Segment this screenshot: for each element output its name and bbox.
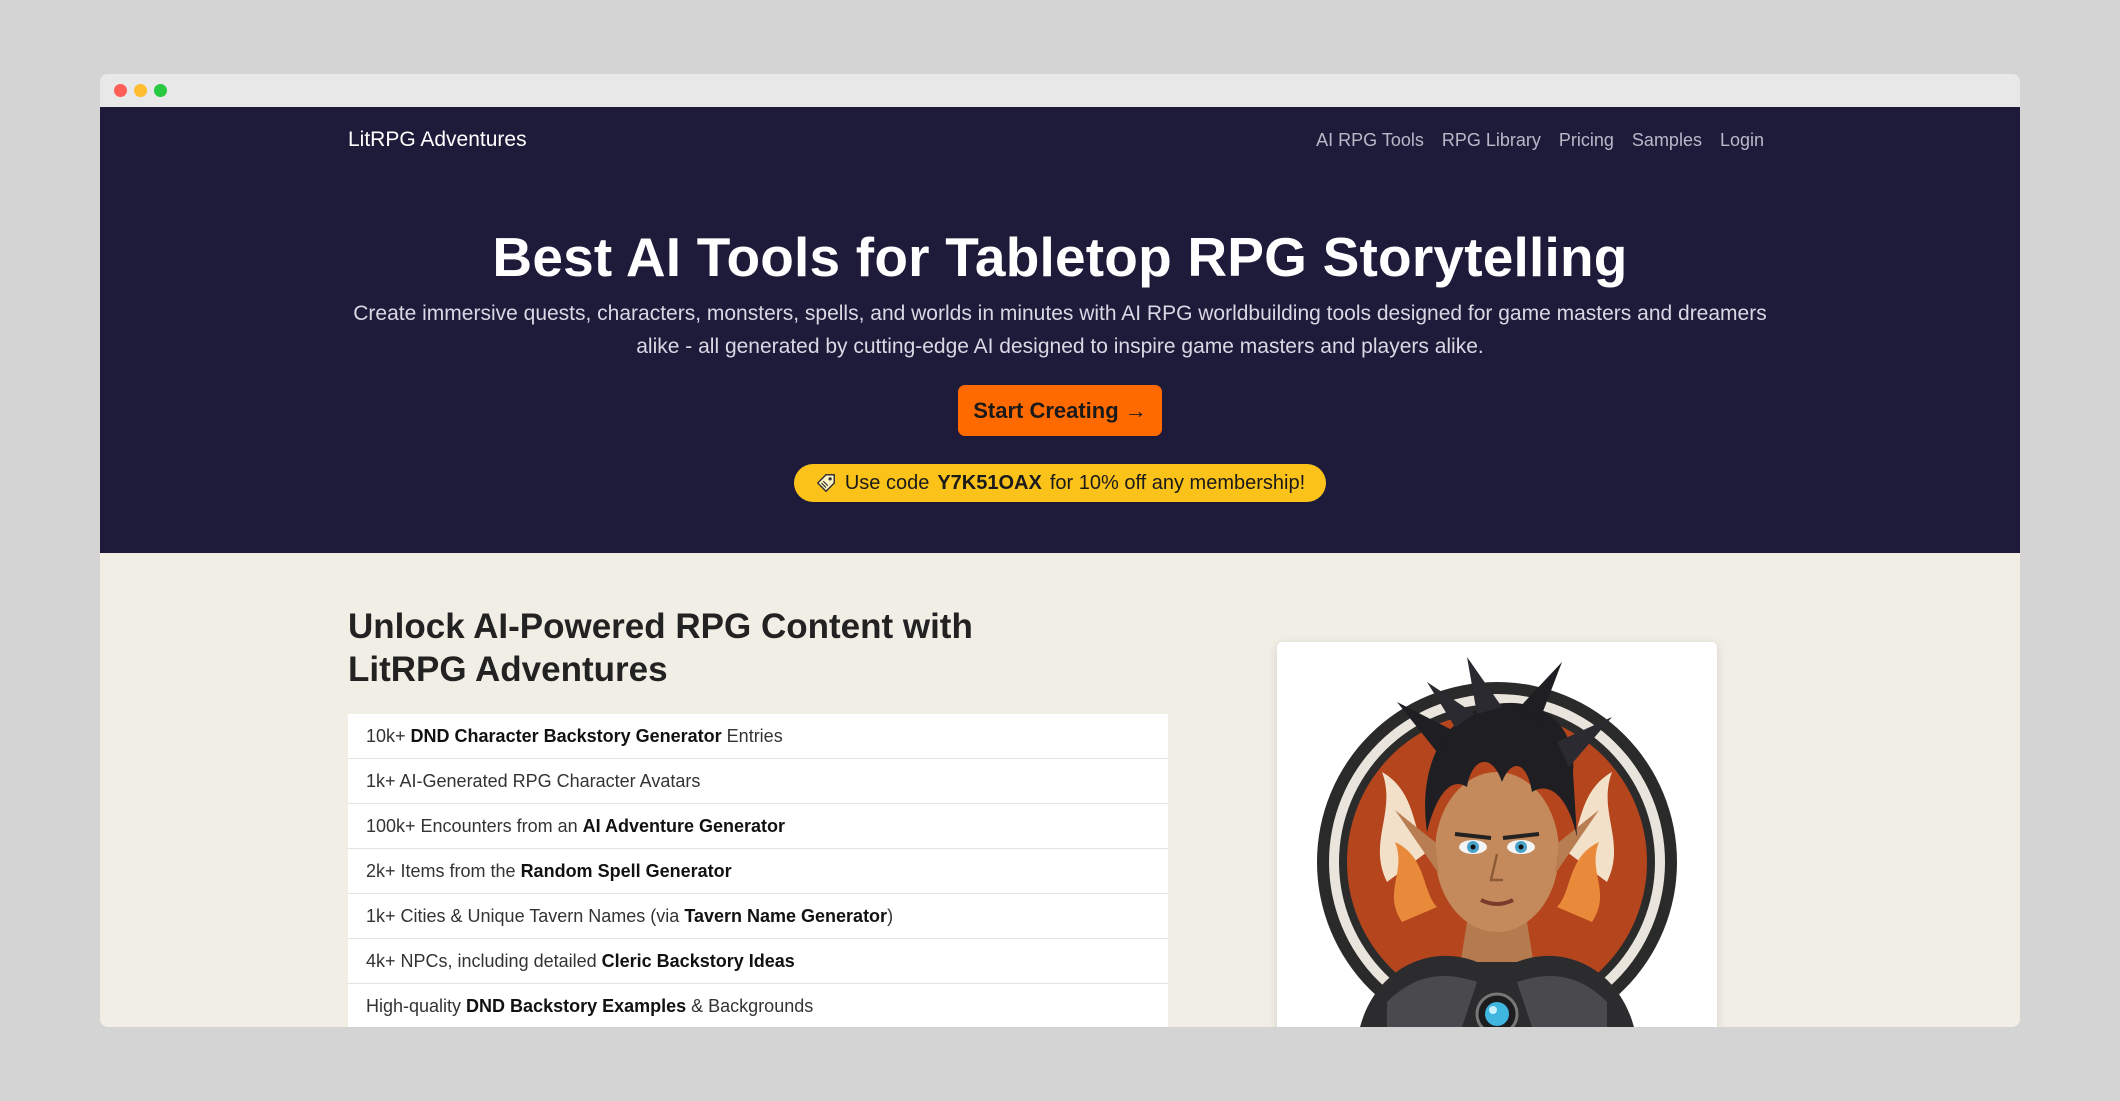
features-list: 10k+ DND Character Backstory Generator Ent… — [348, 714, 1168, 1027]
hero-section: LitRPG Adventures AI RPG Tools RPG Libra… — [100, 107, 2020, 553]
list-item: 2k+ Items from the Random Spell Generator — [348, 849, 1168, 894]
hero-title: Best AI Tools for Tabletop RPG Storytell… — [492, 226, 1628, 288]
character-avatar-image — [1277, 642, 1717, 1027]
tag-icon — [816, 474, 835, 492]
character-avatar-card — [1277, 642, 1717, 1027]
close-window-button[interactable] — [114, 84, 127, 97]
features-section: Unlock AI-Powered RPG Content with LitRP… — [100, 553, 2020, 1027]
nav-link-login[interactable]: Login — [1720, 130, 1764, 151]
list-item: 10k+ DND Character Backstory Generator Ent… — [348, 714, 1168, 759]
maximize-window-button[interactable] — [154, 84, 167, 97]
hero-subtitle: Create immersive quests, characters, mon… — [353, 302, 1767, 358]
minimize-window-button[interactable] — [134, 84, 147, 97]
list-item: 4k+ NPCs, including detailed Cleric Backs… — [348, 939, 1168, 984]
start-creating-button[interactable]: Start Creating → — [958, 385, 1162, 436]
nav-links: AI RPG Tools RPG Library Pricing Samples… — [1316, 130, 1764, 151]
nav-link-rpg-library[interactable]: RPG Library — [1442, 130, 1541, 151]
list-item: 100k+ Encounters from an AI Adventure Gen… — [348, 804, 1168, 849]
brand-logo[interactable]: LitRPG Adventures — [348, 128, 527, 152]
list-item: 1k+ AI-Generated RPG Character Avatars — [348, 759, 1168, 804]
top-nav: LitRPG Adventures AI RPG Tools RPG Libra… — [100, 107, 2020, 173]
nav-link-pricing[interactable]: Pricing — [1559, 130, 1614, 151]
browser-window: LitRPG Adventures AI RPG Tools RPG Libra… — [100, 74, 2020, 1027]
promo-prefix: Use code — [844, 471, 930, 494]
window-titlebar — [100, 74, 2020, 107]
nav-link-samples[interactable]: Samples — [1632, 130, 1702, 151]
list-item: 1k+ Cities & Unique Tavern Names (via Tav… — [348, 894, 1168, 939]
features-title: Unlock AI-Powered RPG Content with LitRP… — [348, 607, 973, 689]
promo-suffix: for 10% off any membership! — [1049, 471, 1306, 494]
nav-link-ai-rpg-tools[interactable]: AI RPG Tools — [1316, 130, 1424, 151]
promo-badge[interactable]: Use code Y7K51OAX for 10% off any member… — [794, 464, 1326, 502]
list-item: High-quality DND Backstory Examples & Back… — [348, 984, 1168, 1027]
promo-code[interactable]: Y7K51OAX — [937, 472, 1042, 495]
